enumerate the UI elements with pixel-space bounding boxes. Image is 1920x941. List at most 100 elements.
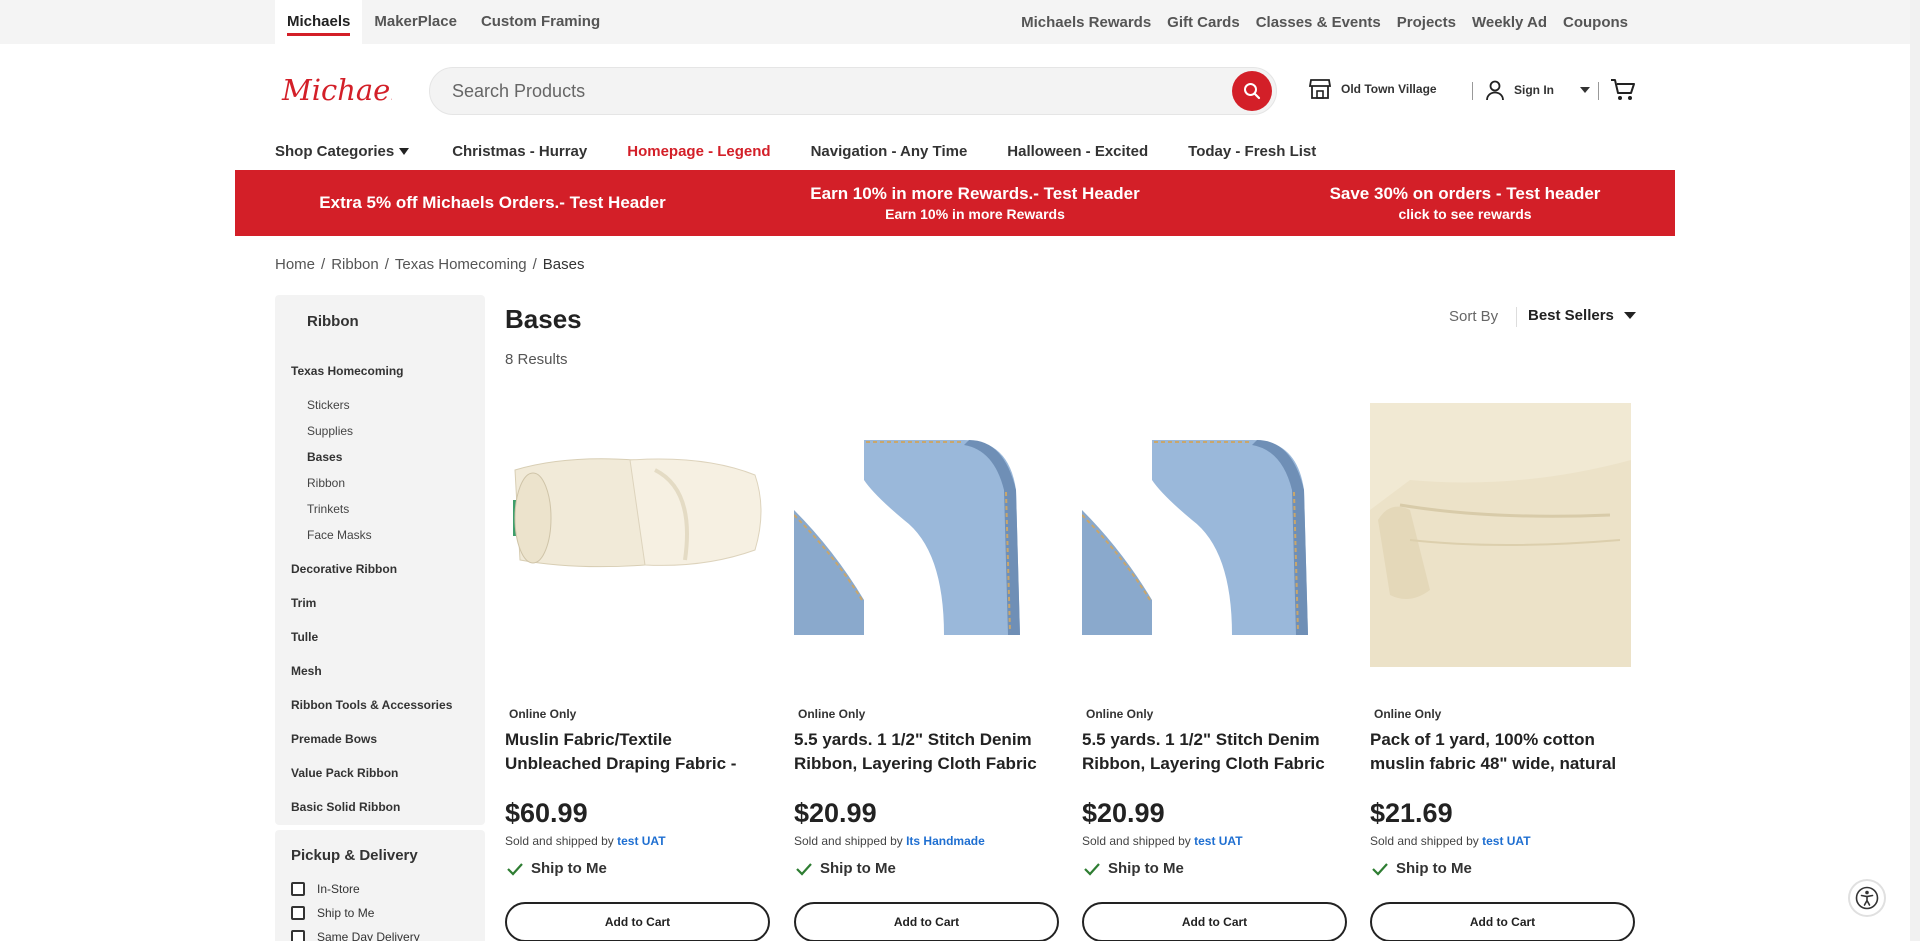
promo-title: Earn 10% in more Rewards.- Test Header [810,184,1140,203]
ship-to-me-status: Ship to Me [507,860,607,877]
product-image-denim-ribbon[interactable] [793,400,1059,670]
caret-down-icon [1623,312,1636,319]
nav-item-halloween[interactable]: Halloween - Excited [1007,143,1148,160]
header-divider [1472,82,1473,100]
product-price: $20.99 [794,798,877,828]
check-icon [507,862,523,876]
sidebar-item-bases[interactable]: Bases [307,450,342,464]
filter-title: Pickup & Delivery [291,847,418,864]
promo-item[interactable]: Extra 5% off Michaels Orders.- Test Head… [295,170,690,236]
sidebar-item-stickers[interactable]: Stickers [307,398,350,412]
promo-item[interactable]: Save 30% on orders - Test header click t… [1285,170,1645,236]
sidebar-group-premade-bows[interactable]: Premade Bows [291,732,377,746]
sidebar-group-ribbon-tools[interactable]: Ribbon Tools & Accessories [291,698,452,712]
seller-link[interactable]: test UAT [1194,834,1242,848]
add-to-cart-button[interactable]: Add to Cart [1370,902,1635,941]
sidebar-group-decorative-ribbon[interactable]: Decorative Ribbon [291,562,397,576]
search-bar [429,67,1277,115]
seller-link[interactable]: Its Handmade [906,834,985,848]
nav-item-homepage[interactable]: Homepage - Legend [627,143,770,160]
promo-title: Save 30% on orders - Test header [1329,184,1601,203]
shop-categories-menu[interactable]: Shop Categories [275,143,410,160]
add-to-cart-button[interactable]: Add to Cart [794,902,1059,941]
checkbox[interactable] [291,882,305,896]
sort-dropdown[interactable]: Best Sellers [1528,307,1636,324]
filter-option-in-store[interactable]: In-Store [291,882,360,896]
product-image-cotton-muslin[interactable] [1370,400,1635,670]
add-to-cart-button[interactable]: Add to Cart [1082,902,1347,941]
promo-subtitle: click to see rewards [1398,206,1532,222]
header-divider [1598,82,1599,100]
accessibility-button[interactable] [1850,881,1884,915]
breadcrumb-home[interactable]: Home [275,256,315,273]
cart-button[interactable] [1610,78,1636,107]
link-michaels-rewards[interactable]: Michaels Rewards [1021,14,1151,31]
search-icon [1244,83,1261,100]
filter-option-same-day[interactable]: Same Day Delivery [291,930,420,941]
logo-wordmark: Michaels [281,73,392,107]
link-classes-events[interactable]: Classes & Events [1256,14,1381,31]
checkbox[interactable] [291,930,305,941]
link-weekly-ad[interactable]: Weekly Ad [1472,14,1547,31]
site-tab-michaels[interactable]: Michaels [275,0,363,44]
ship-to-me-status: Ship to Me [1084,860,1184,877]
nav-item-today[interactable]: Today - Fresh List [1188,143,1316,160]
site-tab-makerplace[interactable]: MakerPlace [362,0,469,44]
filter-option-ship-to-me[interactable]: Ship to Me [291,906,374,920]
sidebar-group-basic-solid[interactable]: Basic Solid Ribbon [291,800,400,814]
product-card: Online Only Pack of 1 yard, 100% cotton … [1370,400,1635,941]
product-price: $21.69 [1370,798,1453,828]
site-tab-custom-framing[interactable]: Custom Framing [469,0,612,44]
product-card: Online Only 5.5 yards. 1 1/2" Stitch Den… [1081,400,1347,941]
promo-title: Extra 5% off Michaels Orders.- Test Head… [319,193,666,212]
link-coupons[interactable]: Coupons [1563,14,1628,31]
sort-divider [1516,307,1517,327]
nav-item-navigation[interactable]: Navigation - Any Time [811,143,968,160]
check-icon [1372,862,1388,876]
search-button[interactable] [1232,71,1272,111]
sidebar-item-ribbon[interactable]: Ribbon [307,476,345,490]
sidebar-item-supplies[interactable]: Supplies [307,424,353,438]
seller-info: Sold and shipped by Its Handmade [794,834,985,848]
breadcrumb-texas-homecoming[interactable]: Texas Homecoming [395,256,527,273]
promo-item[interactable]: Earn 10% in more Rewards.- Test Header E… [795,170,1155,236]
site-switcher: Michaels MakerPlace Custom Framing [275,0,612,44]
sign-in-menu[interactable]: Sign In [1484,79,1590,101]
product-name[interactable]: Muslin Fabric/Textile Unbleached Draping… [505,728,770,776]
main-nav: Shop Categories Christmas - Hurray Homep… [275,138,1356,164]
michaels-logo[interactable]: Michaels [280,72,415,108]
sidebar-group-trim[interactable]: Trim [291,596,316,610]
product-name[interactable]: 5.5 yards. 1 1/2" Stitch Denim Ribbon, L… [1082,728,1347,776]
seller-info: Sold and shipped by test UAT [1370,834,1531,848]
page-scrollbar[interactable] [1910,0,1920,941]
sidebar-group-value-pack[interactable]: Value Pack Ribbon [291,766,398,780]
search-input[interactable] [452,68,1212,114]
sidebar-item-trinkets[interactable]: Trinkets [307,502,349,516]
online-only-badge: Online Only [1374,707,1442,721]
link-projects[interactable]: Projects [1397,14,1456,31]
results-count: 8 Results [505,351,568,368]
nav-item-christmas[interactable]: Christmas - Hurray [452,143,587,160]
breadcrumb-ribbon[interactable]: Ribbon [331,256,379,273]
sidebar-title[interactable]: Ribbon [307,313,359,330]
product-name[interactable]: Pack of 1 yard, 100% cotton muslin fabri… [1370,728,1635,776]
product-name[interactable]: 5.5 yards. 1 1/2" Stitch Denim Ribbon, L… [794,728,1059,776]
sidebar-group-texas-homecoming[interactable]: Texas Homecoming [291,364,403,378]
category-sidebar: Ribbon Texas Homecoming Stickers Supplie… [275,295,485,825]
add-to-cart-button[interactable]: Add to Cart [505,902,770,941]
sidebar-item-face-masks[interactable]: Face Masks [307,528,372,542]
store-selector[interactable]: Old Town Village [1308,78,1437,100]
sidebar-group-mesh[interactable]: Mesh [291,664,322,678]
online-only-badge: Online Only [798,707,866,721]
seller-link[interactable]: test UAT [1482,834,1530,848]
product-image-muslin-roll[interactable] [505,400,770,670]
checkbox[interactable] [291,906,305,920]
seller-link[interactable]: test UAT [617,834,665,848]
utility-links: Michaels Rewards Gift Cards Classes & Ev… [1021,0,1628,44]
product-image-denim-ribbon[interactable] [1081,400,1347,670]
link-gift-cards[interactable]: Gift Cards [1167,14,1240,31]
online-only-badge: Online Only [1086,707,1154,721]
sidebar-group-tulle[interactable]: Tulle [291,630,318,644]
ship-to-me-status: Ship to Me [796,860,896,877]
cart-icon [1611,79,1635,100]
